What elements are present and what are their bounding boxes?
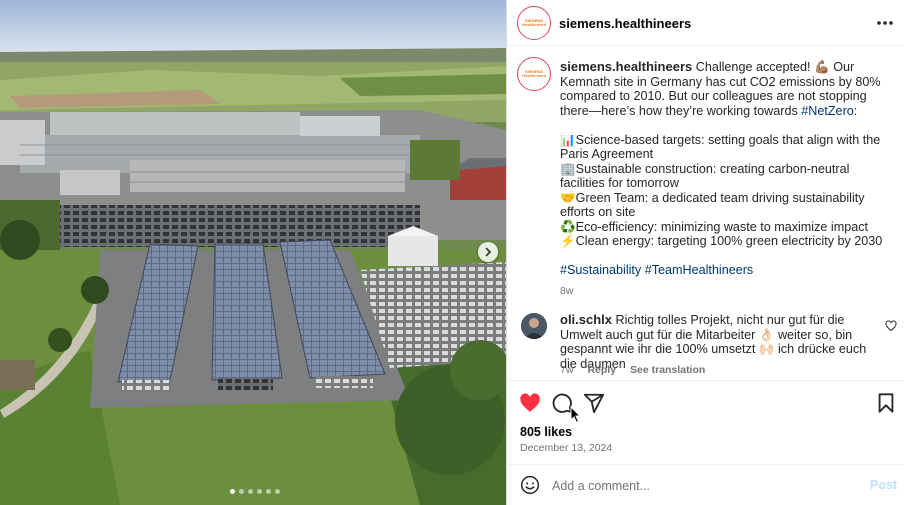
- caption-item: 🏢Sustainable construction: creating carb…: [560, 161, 850, 191]
- post-image[interactable]: [0, 0, 506, 505]
- post-comment-button[interactable]: Post: [870, 478, 897, 492]
- carousel-dot: [248, 489, 253, 494]
- caption-item: 🤝Green Team: a dedicated team driving su…: [560, 190, 865, 220]
- comment-meta: 7w Reply See translation: [560, 364, 705, 376]
- share-icon[interactable]: [583, 392, 605, 414]
- hashtag-teamhealthineers[interactable]: #TeamHealthineers: [645, 263, 754, 277]
- comment: oli.schlx Richtig tolles Projekt, nicht …: [560, 312, 885, 371]
- hashtag-netzero[interactable]: #NetZero: [801, 104, 854, 118]
- liked-heart-icon[interactable]: [519, 392, 541, 414]
- carousel-indicator: [230, 489, 280, 494]
- comment-like-icon[interactable]: [885, 320, 897, 332]
- caption-item: ♻️Eco-efficiency: minimizing waste to ma…: [560, 219, 868, 234]
- see-translation-button[interactable]: See translation: [630, 364, 705, 376]
- profile-avatar[interactable]: SIEMENS Healthineers: [517, 6, 551, 40]
- commenter-avatar[interactable]: [521, 313, 547, 339]
- post-detail-panel: SIEMENS Healthineers siemens.healthineer…: [506, 0, 904, 505]
- caption-item: 📊Science-based targets: setting goals th…: [560, 132, 881, 162]
- carousel-next-button[interactable]: [478, 242, 498, 262]
- post-caption: siemens.healthineers Challenge accepted!…: [560, 59, 888, 299]
- caption-username[interactable]: siemens.healthineers: [560, 59, 692, 74]
- add-comment-bar: Post: [507, 464, 904, 505]
- caption-avatar[interactable]: SIEMENS Healthineers: [517, 57, 551, 91]
- comment-username[interactable]: oli.schlx: [560, 312, 612, 327]
- person-photo-icon: [521, 313, 547, 339]
- comment-age[interactable]: 7w: [560, 364, 573, 376]
- caption-age[interactable]: 8w: [560, 284, 888, 299]
- emoji-icon[interactable]: [520, 475, 540, 495]
- post-date: December 13, 2024: [520, 442, 613, 454]
- aerial-factory-photo: [0, 0, 506, 505]
- more-horizontal-icon[interactable]: [875, 14, 895, 32]
- post-actions: 805 likes December 13, 2024: [507, 380, 904, 464]
- caption-item: ⚡Clean energy: targeting 100% green elec…: [560, 234, 883, 248]
- bookmark-icon[interactable]: [875, 392, 897, 414]
- hashtag-sustainability[interactable]: #Sustainability: [560, 263, 641, 277]
- post-header: SIEMENS Healthineers siemens.healthineer…: [507, 0, 904, 46]
- carousel-dot: [239, 489, 244, 494]
- chevron-right-icon: [485, 247, 492, 257]
- carousel-dot: [275, 489, 280, 494]
- reply-button[interactable]: Reply: [587, 364, 616, 376]
- carousel-dot: [266, 489, 271, 494]
- avatar-logo-text: SIEMENS Healthineers: [521, 18, 546, 27]
- header-username[interactable]: siemens.healthineers: [559, 16, 691, 31]
- mouse-pointer-icon: [570, 406, 582, 424]
- comment-input[interactable]: [552, 477, 852, 495]
- carousel-dot: [257, 489, 262, 494]
- caption-intro-end: :: [853, 103, 858, 118]
- likes-count[interactable]: 805 likes: [520, 425, 572, 439]
- carousel-dot: [230, 489, 235, 494]
- avatar-logo-text: SIEMENS Healthineers: [521, 69, 546, 78]
